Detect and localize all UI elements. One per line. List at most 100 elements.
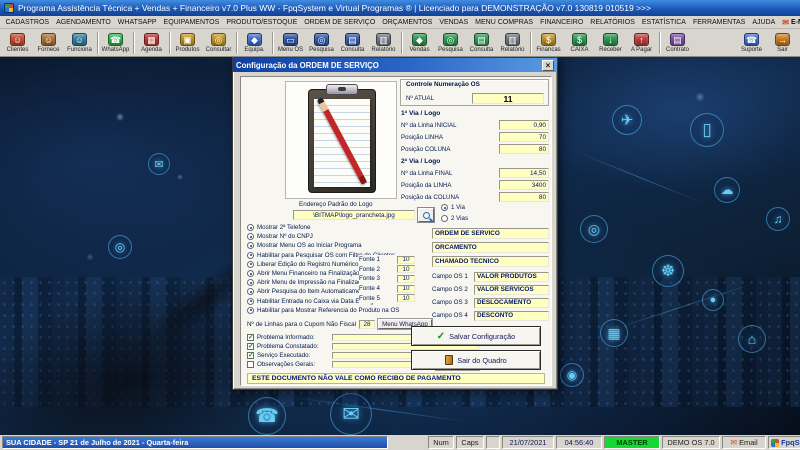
campo-row-campo-os-2: Campo OS 2 VALOR SERVICOS	[432, 283, 549, 296]
via-row-field[interactable]: 80	[499, 144, 549, 154]
menu-item-email[interactable]: ✉E-MAIL	[779, 18, 800, 27]
menu-item-financeiro[interactable]: FINANCEIRO	[537, 19, 587, 26]
campo-field[interactable]: DESCONTO	[474, 310, 549, 321]
toolbar-contrato[interactable]: ▤ Contrato	[662, 30, 693, 56]
via-row-posicao-coluna: Posição COLUNA 80	[401, 143, 549, 155]
via-count-1-via[interactable]: 1 Via	[441, 202, 468, 213]
menu-item-agendamento[interactable]: AGENDAMENTO	[53, 19, 115, 26]
menu-item-menu-compras[interactable]: MENU COMPRAS	[472, 19, 537, 26]
toolbar-relatorio[interactable]: ▥ Relatório	[368, 30, 399, 56]
toolbar-label: Receber	[599, 46, 622, 53]
check-label: Observações Gerais:	[257, 361, 316, 368]
menu-item-estatistica[interactable]: ESTATÍSTICA	[638, 19, 689, 26]
phone-icon: ☎	[248, 397, 286, 435]
smartphone-icon: ▯	[690, 113, 724, 147]
toolbar-consulta[interactable]: ▤ Consulta	[337, 30, 368, 56]
toolbar-clientes[interactable]: ☺ Clientes	[2, 30, 33, 56]
toolbar-sair[interactable]: → Sair	[767, 30, 798, 56]
fonte-field[interactable]: 10	[397, 294, 415, 303]
status-email[interactable]: ✉ Email	[722, 436, 766, 449]
support-icon: ☎	[744, 32, 759, 46]
via-count-label: 2 Vias	[451, 215, 469, 222]
option-habilitar-para-mostrar-referencia-do-produto-na-os[interactable]: Habilitar para Mostrar Referencia do Pro…	[247, 306, 437, 315]
menu-item-cadastros[interactable]: CADASTROS	[2, 19, 53, 26]
doc-type-field-orcamento[interactable]: ORCAMENTO	[432, 242, 549, 253]
menu-item-equipamentos[interactable]: EQUIPAMENTOS	[160, 19, 223, 26]
via-row-field[interactable]: 70	[499, 132, 549, 142]
toolbar-consultar[interactable]: ◎ Consultar	[203, 30, 234, 56]
toolbar-pesquisa[interactable]: ◎ Pesquisa	[306, 30, 337, 56]
logo-path-field[interactable]: \BITMAP\logo_prancheta.jpg	[293, 210, 415, 220]
toolbar-menu-os[interactable]: ▭ Menu OS	[275, 30, 306, 56]
toolbar-consulta[interactable]: ▤ Consulta	[466, 30, 497, 56]
toolbar-whatsapp[interactable]: ☎ WhatsApp	[100, 30, 131, 56]
via-count-2-vias[interactable]: 2 Vias	[441, 213, 468, 224]
exit-dialog-button[interactable]: Sair do Quadro	[411, 350, 541, 370]
dialog-titlebar[interactable]: Configuração da ORDEM DE SERVIÇO ×	[233, 58, 557, 72]
checkbox-icon	[247, 361, 254, 368]
menu-item-ordem-de-servico[interactable]: ORDEM DE SERVIÇO	[301, 19, 379, 26]
option-label: Abrir Menu de Impressão na Finalização	[257, 279, 369, 287]
toolbar-funciona[interactable]: ☺ Funciona	[64, 30, 95, 56]
campo-row-campo-os-3: Campo OS 3 DESLOCAMENTO	[432, 296, 549, 309]
toolbar-financas[interactable]: $ Financas	[533, 30, 564, 56]
toolbar-label: Financas	[536, 46, 561, 53]
toolbar-label: Equipa.	[244, 46, 265, 53]
numbering-groupbox: Controle Numeração OS Nº ATUAL 11	[400, 79, 549, 106]
suppliers-icon: ☺	[41, 32, 56, 46]
via-row-field[interactable]: 14,50	[499, 168, 549, 178]
radio-icon	[247, 288, 254, 296]
via-row-label: Posição da LINHA	[401, 181, 452, 189]
doc-type-field-chamado-tecnico[interactable]: CHAMADO TECNICO	[432, 256, 549, 267]
toolbar-equipa[interactable]: ◆ Equipa.	[239, 30, 270, 56]
option-mostrar-n-do-cnpj[interactable]: Mostrar Nº do CNPJ	[247, 232, 437, 241]
toolbar-agenda[interactable]: ▦ Agenda	[136, 30, 167, 56]
toolbar-suporte[interactable]: ☎ Suporte	[736, 30, 767, 56]
save-config-button[interactable]: ✓ Salvar Configuração	[411, 326, 541, 346]
campo-field[interactable]: DESLOCAMENTO	[474, 297, 549, 308]
close-icon[interactable]: ×	[542, 59, 554, 71]
toolbar-separator	[236, 31, 237, 54]
mail-icon: ✉	[730, 438, 738, 447]
via-row-field[interactable]: 80	[499, 192, 549, 202]
via-row-field[interactable]: 0,90	[499, 120, 549, 130]
fonte-field[interactable]: 10	[397, 284, 415, 293]
toolbar-a-pagar[interactable]: ↑ A Pagar	[626, 30, 657, 56]
toolbar-pesquisa[interactable]: ◎ Pesquisa	[435, 30, 466, 56]
toolbar-receber[interactable]: ↓ Receber	[595, 30, 626, 56]
toolbar-separator	[401, 31, 402, 54]
toolbar-fornece[interactable]: ☺ Fornece	[33, 30, 64, 56]
radio-icon	[247, 279, 254, 287]
fonte-field[interactable]: 10	[397, 265, 415, 274]
logo-browse-button[interactable]	[417, 207, 435, 223]
fonte-field[interactable]: 10	[397, 274, 415, 283]
toolbar-vendas[interactable]: ◆ Vendas	[404, 30, 435, 56]
via-row-field[interactable]: 3400	[499, 180, 549, 190]
doc-type-field-ordem-de-servico[interactable]: ORDEM DE SERVICO	[432, 228, 549, 239]
finance-icon: $	[541, 32, 556, 46]
option-mostrar-menu-os-ao-iniciar-programa[interactable]: Mostrar Menu OS ao Iniciar Programa	[247, 241, 437, 250]
toolbar-relatorio[interactable]: ▥ Relatório	[497, 30, 528, 56]
option-mostrar-2-telefone[interactable]: Mostrar 2ª Telefone	[247, 223, 437, 232]
campo-field[interactable]: VALOR SERVICOS	[474, 284, 549, 295]
menu-item-vendas[interactable]: VENDAS	[436, 19, 472, 26]
menu-item-orcamentos[interactable]: ORÇAMENTOS	[379, 19, 436, 26]
toolbar-caixa[interactable]: $ CAIXA	[564, 30, 595, 56]
menu-item-relatorios[interactable]: RELATÓRIOS	[587, 19, 639, 26]
fonte-label: Fonte 2	[359, 265, 380, 273]
application-window: Programa Assistência Técnica + Vendas + …	[0, 0, 800, 450]
toolbar-produtos[interactable]: ▣ Produtos	[172, 30, 203, 56]
status-brand-label: FpqSystem	[781, 438, 800, 447]
fonte-row-fonte-2: Fonte 2 10	[359, 264, 415, 275]
campo-field[interactable]: VALOR PRODUTOS	[474, 271, 549, 282]
current-number-field[interactable]: 11	[472, 93, 544, 104]
fonte-field[interactable]: 10	[397, 255, 415, 264]
menu-item-whatsapp[interactable]: WHATSAPP	[114, 19, 160, 26]
menu-item-produto-estoque[interactable]: PRODUTO/ESTOQUE	[223, 19, 301, 26]
menu-item-ajuda[interactable]: AJUDA	[749, 19, 779, 26]
cupom-lines-field[interactable]: 28	[359, 319, 376, 329]
via-row-label: Nº da Linha FINAL	[401, 169, 453, 177]
sales-list-icon: ▤	[474, 32, 489, 46]
menu-item-ferramentas[interactable]: FERRAMENTAS	[689, 19, 748, 26]
toolbar-label: Consulta	[340, 46, 365, 53]
